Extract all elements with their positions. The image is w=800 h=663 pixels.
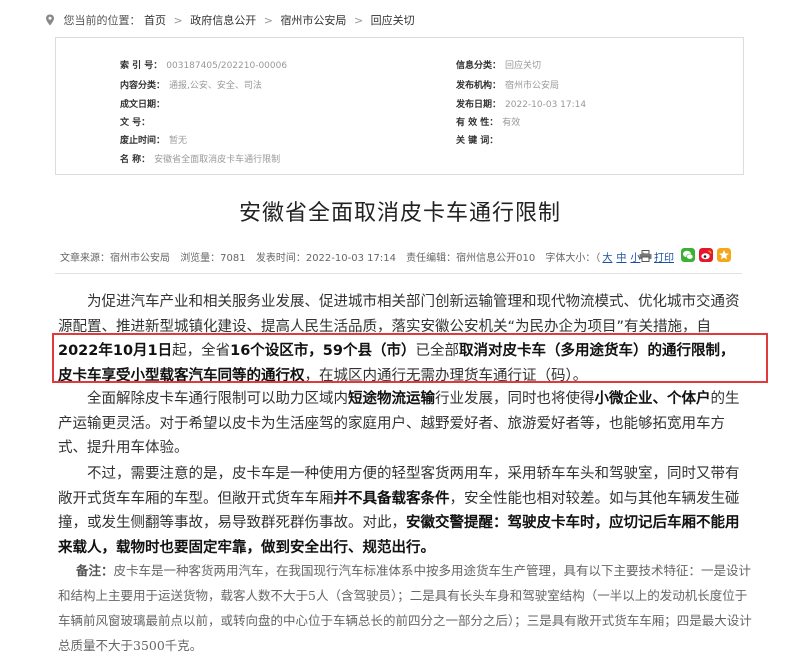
breadcrumb-police-bureau[interactable]: 宿州市公安局 [280, 14, 346, 27]
article-views: 浏览量：7081 [180, 253, 246, 264]
article-paragraph-3: 不过，需要注意的是，皮卡车是一种使用方便的轻型客货两用车，采用轿车车头和驾驶室，… [58, 466, 740, 556]
document-meta-box: 索 引 号： 003187405/202210-00006 内容分类： 通报,公安、… [55, 37, 744, 175]
font-size-medium-button[interactable]: 中 [616, 253, 626, 264]
breadcrumb: 您当前的位置： 首页 > 政府信息公开 > 宿州市公安局 > 回应关切 [44, 12, 415, 28]
article-published: 发表时间：2022-10-03 17:14 [255, 253, 396, 264]
article-note: 备注：皮卡车是一种客货两用汽车，在我国现行汽车标准体系中按多用途货车生产管理，具… [58, 563, 752, 653]
meta-name: 名 称： 安徽省全面取消皮卡车通行限制 [120, 155, 281, 165]
breadcrumb-prefix: 您当前的位置： [63, 14, 141, 27]
font-size-label: 字体大小：（ [545, 253, 601, 264]
article-info-bar: 文章来源：宿州市公安局 浏览量：7081 发表时间：2022-10-03 17:… [60, 249, 740, 264]
breadcrumb-response[interactable]: 回应关切 [371, 14, 415, 27]
breadcrumb-gov-info[interactable]: 政府信息公开 [190, 14, 256, 27]
article-source: 文章来源：宿州市公安局 [60, 253, 170, 264]
breadcrumb-home[interactable]: 首页 [144, 14, 166, 27]
meta-validity: 有 效 性： 有效 [456, 118, 521, 128]
article-paragraph-2: 全面解除皮卡车通行限制可以助力区域内短途物流运输行业发展，同时也将使得小微企业、… [58, 391, 740, 456]
divider [55, 273, 742, 274]
location-icon [46, 14, 54, 26]
meta-pubdate: 发布日期： 2022-10-03 17:14 [456, 100, 587, 110]
article-editor: 责任编辑：宿州信息公开010 [406, 253, 536, 264]
meta-date-formed: 成文日期： [120, 100, 166, 110]
breadcrumb-separator: > [353, 14, 364, 27]
wechat-icon[interactable] [681, 248, 695, 262]
meta-source: 信息分类： 回应关切 [456, 61, 542, 71]
favorite-icon[interactable] [717, 248, 731, 262]
font-size-large-button[interactable]: 大 [602, 253, 612, 264]
print-link[interactable]: 打印 [654, 249, 674, 264]
breadcrumb-separator: > [173, 14, 183, 27]
page: 您当前的位置： 首页 > 政府信息公开 > 宿州市公安局 > 回应关切 索 引 … [0, 0, 800, 663]
article-title: 安徽省全面取消皮卡车通行限制 [238, 201, 561, 226]
meta-publisher: 发布机构： 宿州市公安局 [456, 81, 560, 91]
meta-keywords: 关 键 词： [456, 136, 499, 146]
meta-doc-no: 文 号： [120, 118, 151, 128]
meta-abolish: 废止时间： 暂无 [120, 136, 188, 146]
breadcrumb-separator: > [263, 14, 273, 27]
print-icon[interactable] [639, 250, 652, 262]
highlight-box [52, 333, 768, 383]
meta-category: 内容分类： 通报,公安、安全、司法 [120, 81, 262, 91]
weibo-icon[interactable] [699, 248, 713, 262]
meta-index: 索 引 号： 003187405/202210-00006 [120, 61, 288, 71]
